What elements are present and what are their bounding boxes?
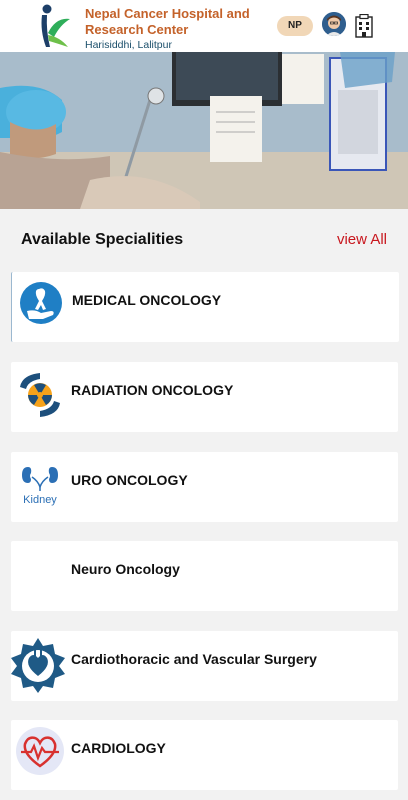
avatar[interactable] bbox=[322, 12, 346, 36]
hospital-building-icon[interactable] bbox=[354, 14, 374, 38]
speciality-label: Neuro Oncology bbox=[71, 561, 180, 577]
ribbon-hand-icon bbox=[20, 282, 62, 324]
banner-image bbox=[0, 52, 408, 209]
radiation-hands-icon bbox=[20, 373, 60, 417]
speciality-card-cardiology[interactable]: CARDIOLOGY bbox=[11, 720, 398, 790]
view-all-link[interactable]: view All bbox=[337, 231, 387, 248]
speciality-card-uro-oncology[interactable]: Kidney URO ONCOLOGY bbox=[11, 452, 398, 522]
hospital-logo bbox=[41, 4, 70, 47]
section-title: Available Specialities bbox=[21, 231, 184, 248]
speciality-card-radiation-oncology[interactable]: RADIATION ONCOLOGY bbox=[11, 362, 398, 432]
speciality-label: RADIATION ONCOLOGY bbox=[71, 382, 234, 398]
speciality-label: URO ONCOLOGY bbox=[71, 472, 188, 488]
speciality-label: Cardiothoracic and Vascular Surgery bbox=[71, 651, 317, 667]
language-toggle-button[interactable]: NP bbox=[277, 16, 313, 36]
speciality-label: CARDIOLOGY bbox=[71, 740, 166, 756]
speciality-label: MEDICAL ONCOLOGY bbox=[72, 292, 222, 308]
brand: Nepal Cancer Hospital and Research Cente… bbox=[85, 6, 255, 52]
app-header: Nepal Cancer Hospital and Research Cente… bbox=[0, 0, 408, 52]
speciality-card-cardiothoracic-vascular-surgery[interactable]: Cardiothoracic and Vascular Surgery bbox=[11, 631, 398, 701]
speciality-card-neuro-oncology[interactable]: Neuro Oncology bbox=[11, 541, 398, 611]
heart-emblem-icon bbox=[11, 638, 65, 693]
speciality-card-medical-oncology[interactable]: MEDICAL ONCOLOGY bbox=[11, 272, 399, 342]
kidney-icon: Kidney bbox=[22, 467, 58, 506]
heartbeat-icon bbox=[16, 727, 64, 775]
hospital-location: Harisiddhi, Lalitpur bbox=[85, 39, 172, 51]
user-avatar-icon bbox=[322, 12, 346, 36]
hospital-name: Nepal Cancer Hospital and Research Cente… bbox=[85, 6, 250, 37]
kidney-icon-text: Kidney bbox=[23, 494, 57, 506]
